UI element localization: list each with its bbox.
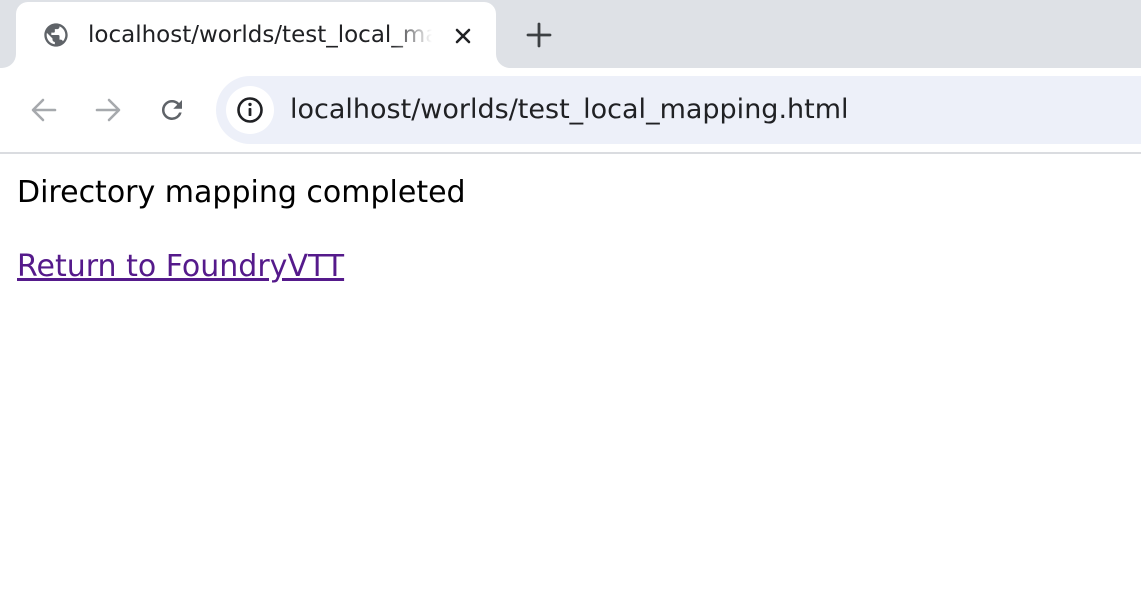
tab-strip: localhost/worlds/test_local_mapping.html [0,0,1141,68]
browser-toolbar: localhost/worlds/test_local_mapping.html [0,68,1141,154]
status-message: Directory mapping completed [17,175,466,210]
plus-icon[interactable] [520,16,558,54]
address-bar[interactable]: localhost/worlds/test_local_mapping.html [216,76,1141,144]
address-url[interactable]: localhost/worlds/test_local_mapping.html [290,92,849,128]
page-content: Directory mapping completed Return to Fo… [17,154,1117,286]
globe-icon [42,21,70,49]
tab-title: localhost/worlds/test_local_mapping.html [88,22,432,48]
forward-arrow-icon[interactable] [90,92,126,128]
active-tab[interactable]: localhost/worlds/test_local_mapping.html [16,2,496,68]
reload-icon[interactable] [154,92,190,128]
info-icon[interactable] [226,86,274,134]
close-icon[interactable] [448,21,478,51]
return-link[interactable]: Return to FoundryVTT [17,248,344,286]
back-arrow-icon[interactable] [26,92,62,128]
